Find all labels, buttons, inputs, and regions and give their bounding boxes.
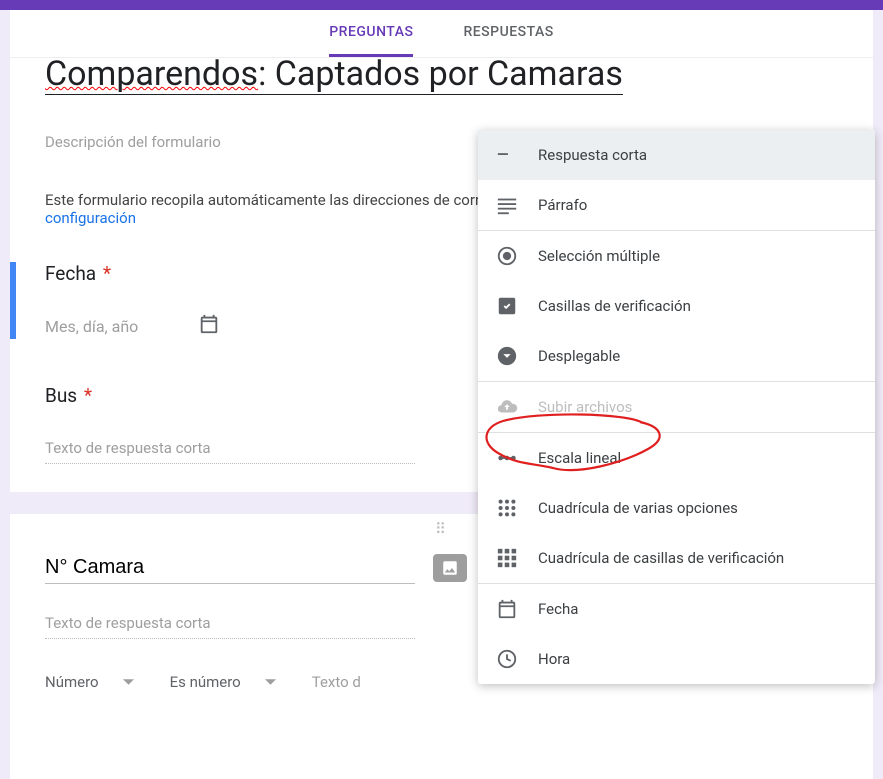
title-word-1: Comparendos [45, 54, 258, 94]
required-asterisk: * [103, 262, 111, 285]
add-image-button[interactable] [433, 554, 467, 582]
cloud-upload-icon [496, 396, 518, 418]
calendar-icon [496, 598, 518, 620]
menu-item-cb-grid[interactable]: Cuadrícula de casillas de verificación [478, 533, 875, 583]
config-link[interactable]: configuración [45, 209, 136, 227]
menu-label: Fecha [538, 600, 578, 618]
q-label-text: Bus [45, 384, 77, 407]
required-asterisk: * [84, 384, 92, 407]
tab-questions[interactable]: PREGUNTAS [329, 10, 413, 57]
menu-item-checkboxes[interactable]: Casillas de verificación [478, 281, 875, 331]
menu-label: Párrafo [538, 196, 587, 214]
grid-dots-icon [496, 497, 518, 519]
menu-label: Respuesta corta [538, 146, 647, 164]
validation-type-label: Número [45, 673, 99, 691]
validation-condition-label: Es número [170, 673, 241, 691]
calendar-icon[interactable] [198, 313, 220, 339]
top-accent-bar [0, 0, 883, 10]
title-word-2: Captados por Camaras [275, 54, 623, 94]
date-placeholder[interactable]: Mes, día, año [45, 317, 138, 336]
tab-bar: PREGUNTAS RESPUESTAS [10, 10, 873, 58]
title-sep: : [258, 54, 275, 94]
menu-label: Cuadrícula de varias opciones [538, 499, 738, 517]
short-answer-placeholder: Texto de respuesta corta [45, 439, 415, 464]
short-answer-icon [496, 144, 518, 166]
clock-icon [496, 648, 518, 670]
validation-type-select[interactable]: Número [45, 673, 134, 691]
chevron-down-icon [265, 679, 276, 685]
menu-item-file-upload: Subir archivos [478, 382, 875, 432]
menu-item-time[interactable]: Hora [478, 634, 875, 684]
validation-error-input[interactable]: Texto d [312, 673, 361, 691]
question-title-input[interactable] [45, 552, 415, 584]
question-type-menu: Respuesta corta Párrafo Selección múltip… [478, 130, 875, 684]
image-icon [441, 559, 459, 577]
menu-label: Desplegable [538, 347, 620, 365]
menu-item-multiple-choice[interactable]: Selección múltiple [478, 231, 875, 281]
menu-label: Escala lineal [538, 449, 621, 467]
menu-item-date[interactable]: Fecha [478, 584, 875, 634]
dropdown-icon [496, 345, 518, 367]
q-label-text: Fecha [45, 262, 96, 285]
menu-label: Hora [538, 650, 570, 668]
grid-squares-icon [496, 547, 518, 569]
short-answer-placeholder: Texto de respuesta corta [45, 614, 415, 639]
menu-label: Selección múltiple [538, 247, 660, 265]
radio-icon [496, 245, 518, 267]
menu-item-short-answer[interactable]: Respuesta corta [478, 130, 875, 180]
chevron-down-icon [123, 679, 134, 685]
menu-label: Cuadrícula de casillas de verificación [538, 549, 784, 567]
auto-collect-text: Este formulario recopila automáticamente… [45, 191, 496, 209]
validation-condition-select[interactable]: Es número [170, 673, 276, 691]
tab-responses[interactable]: RESPUESTAS [463, 10, 553, 57]
menu-label: Casillas de verificación [538, 297, 691, 315]
checkbox-icon [496, 295, 518, 317]
menu-label: Subir archivos [538, 398, 632, 416]
paragraph-icon [496, 194, 518, 216]
menu-item-dropdown[interactable]: Desplegable [478, 331, 875, 381]
menu-item-mc-grid[interactable]: Cuadrícula de varias opciones [478, 483, 875, 533]
menu-item-paragraph[interactable]: Párrafo [478, 180, 875, 230]
menu-item-linear-scale[interactable]: Escala lineal [478, 433, 875, 483]
form-title[interactable]: Comparendos: Captados por Camaras [45, 54, 623, 95]
linear-scale-icon [496, 447, 518, 469]
